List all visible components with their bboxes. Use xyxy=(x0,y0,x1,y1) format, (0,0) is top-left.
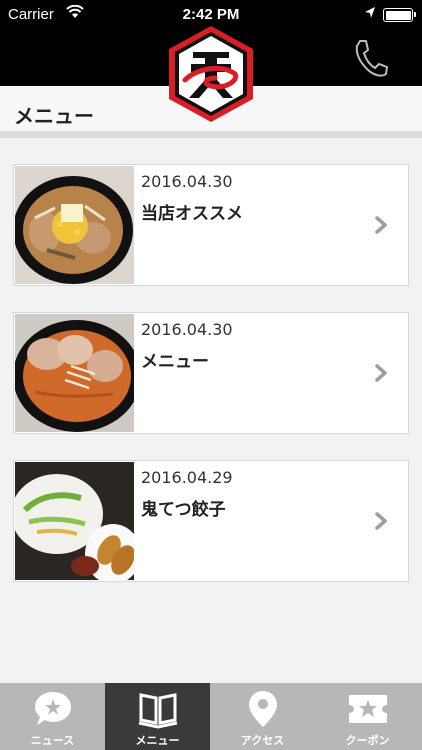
item-title: メニュー xyxy=(141,352,209,372)
oni-logo-icon xyxy=(169,26,253,122)
item-date: 2016.04.30 xyxy=(141,320,233,339)
tab-menu[interactable]: メニュー xyxy=(105,683,210,750)
phone-icon[interactable] xyxy=(352,38,388,78)
tab-label: クーポン xyxy=(345,734,390,747)
status-time: 2:42 PM xyxy=(182,6,240,23)
item-date: 2016.04.29 xyxy=(141,468,233,487)
list-item[interactable]: 2016.04.29 鬼てつ餃子 xyxy=(13,460,409,582)
tab-news[interactable]: ニュース xyxy=(0,683,105,750)
chevron-right-icon xyxy=(375,364,387,382)
item-date: 2016.04.30 xyxy=(141,172,233,191)
chevron-right-icon xyxy=(375,216,387,234)
speech-bubble-star-icon xyxy=(35,692,71,725)
tab-coupon[interactable]: クーポン xyxy=(315,683,420,750)
tab-label: メニュー xyxy=(135,734,180,747)
tab-access[interactable]: アクセス xyxy=(210,683,315,750)
page-title: メニュー xyxy=(14,104,94,128)
map-pin-icon xyxy=(249,691,277,727)
miso-ramen-photo xyxy=(15,166,134,284)
title-divider xyxy=(0,131,422,138)
gyoza-photo xyxy=(15,462,134,580)
battery-icon xyxy=(383,8,416,22)
list-item[interactable]: 2016.04.30 当店オススメ xyxy=(13,164,409,286)
ticket-star-icon xyxy=(349,695,387,723)
location-arrow-icon xyxy=(365,7,375,18)
open-book-icon xyxy=(138,693,178,729)
chevron-right-icon xyxy=(375,512,387,530)
tab-bar: ニュース メニュー アクセス クーポン xyxy=(0,683,422,750)
item-title: 当店オススメ xyxy=(141,204,243,224)
item-title: 鬼てつ餃子 xyxy=(141,500,226,520)
tab-label: ニュース xyxy=(30,734,75,747)
tab-label: アクセス xyxy=(240,734,285,747)
chashu-ramen-photo xyxy=(15,314,134,432)
list-item[interactable]: 2016.04.30 メニュー xyxy=(13,312,409,434)
